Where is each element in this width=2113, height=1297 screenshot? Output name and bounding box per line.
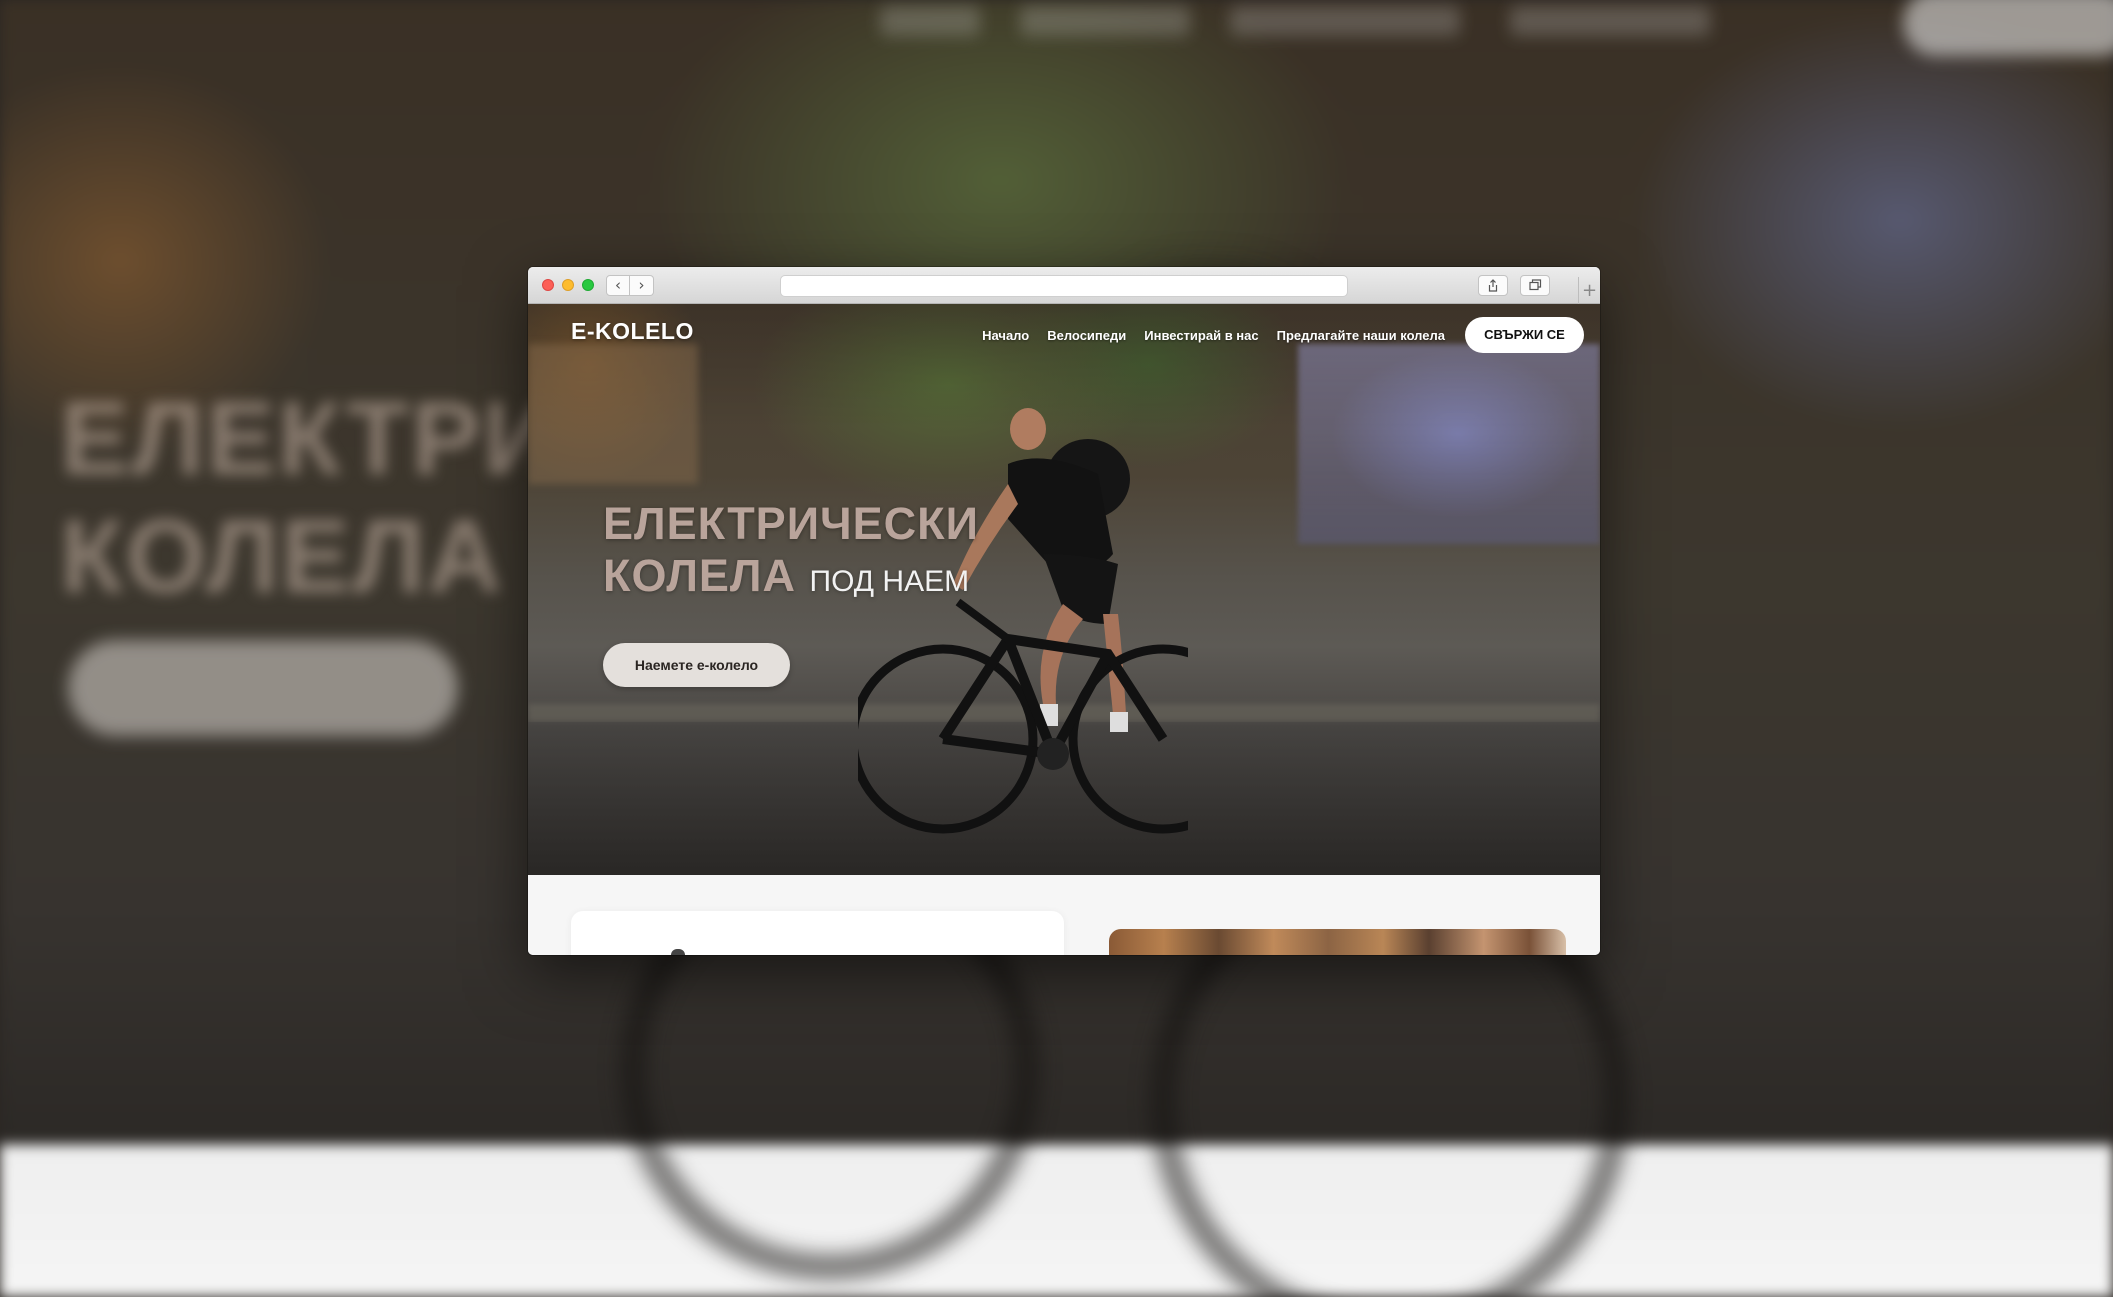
content-section	[528, 875, 1600, 955]
backdrop-title: ЕЛЕКТРИ КОЛЕЛА	[60, 381, 560, 615]
backdrop-nav-4	[1510, 6, 1710, 36]
contact-button[interactable]: СВЪРЖИ СЕ	[1465, 317, 1584, 353]
browser-window: ‹ › + ЕЛЕКТРИЧЕСКИ КОЛЕЛА ПОД НАЕМ Наеме…	[528, 267, 1600, 955]
backdrop-cta	[68, 640, 458, 736]
hero-title: ЕЛЕКТРИЧЕСКИ КОЛЕЛА ПОД НАЕМ	[603, 498, 979, 608]
tabs-icon[interactable]	[1520, 275, 1550, 296]
back-icon[interactable]: ‹	[606, 275, 630, 296]
hero-title-suffix: ПОД НАЕМ	[809, 565, 970, 598]
hero-section: ЕЛЕКТРИЧЕСКИ КОЛЕЛА ПОД НАЕМ Наемете е-к…	[528, 304, 1600, 875]
card-text-fragment	[671, 949, 685, 955]
browser-toolbar: ‹ › +	[528, 267, 1600, 304]
forward-icon[interactable]: ›	[630, 275, 654, 296]
backdrop-contact	[1903, 0, 2113, 56]
minimize-window-button[interactable]	[562, 279, 574, 291]
share-icon[interactable]	[1478, 275, 1508, 296]
hero-bg-wall	[528, 344, 698, 484]
backdrop-nav-2	[1020, 6, 1190, 36]
hero-bg-building	[1298, 344, 1600, 544]
rent-bike-button[interactable]: Наемете е-колело	[603, 643, 790, 687]
backdrop-nav-1	[880, 6, 980, 36]
cyclist-image	[858, 408, 1188, 834]
main-nav: Начало Велосипеди Инвестирай в нас Предл…	[982, 328, 1445, 343]
hero-title-line-1: ЕЛЕКТРИЧЕСКИ	[603, 498, 979, 549]
close-window-button[interactable]	[542, 279, 554, 291]
info-card	[571, 911, 1064, 955]
feature-image	[1109, 929, 1566, 955]
new-tab-icon[interactable]: +	[1578, 277, 1600, 304]
address-bar[interactable]	[780, 275, 1348, 297]
nav-link-home[interactable]: Начало	[982, 328, 1029, 343]
site-header: E-KOLELO Начало Велосипеди Инвестирай в …	[528, 304, 1600, 364]
nav-link-offer-bikes[interactable]: Предлагайте наши колела	[1277, 328, 1445, 343]
hero-title-line-2: КОЛЕЛА	[603, 550, 797, 601]
nav-link-invest[interactable]: Инвестирай в нас	[1144, 328, 1258, 343]
backdrop-nav-3	[1230, 6, 1460, 36]
site-logo[interactable]: E-KOLELO	[571, 318, 694, 345]
nav-link-bikes[interactable]: Велосипеди	[1047, 328, 1126, 343]
zoom-window-button[interactable]	[582, 279, 594, 291]
